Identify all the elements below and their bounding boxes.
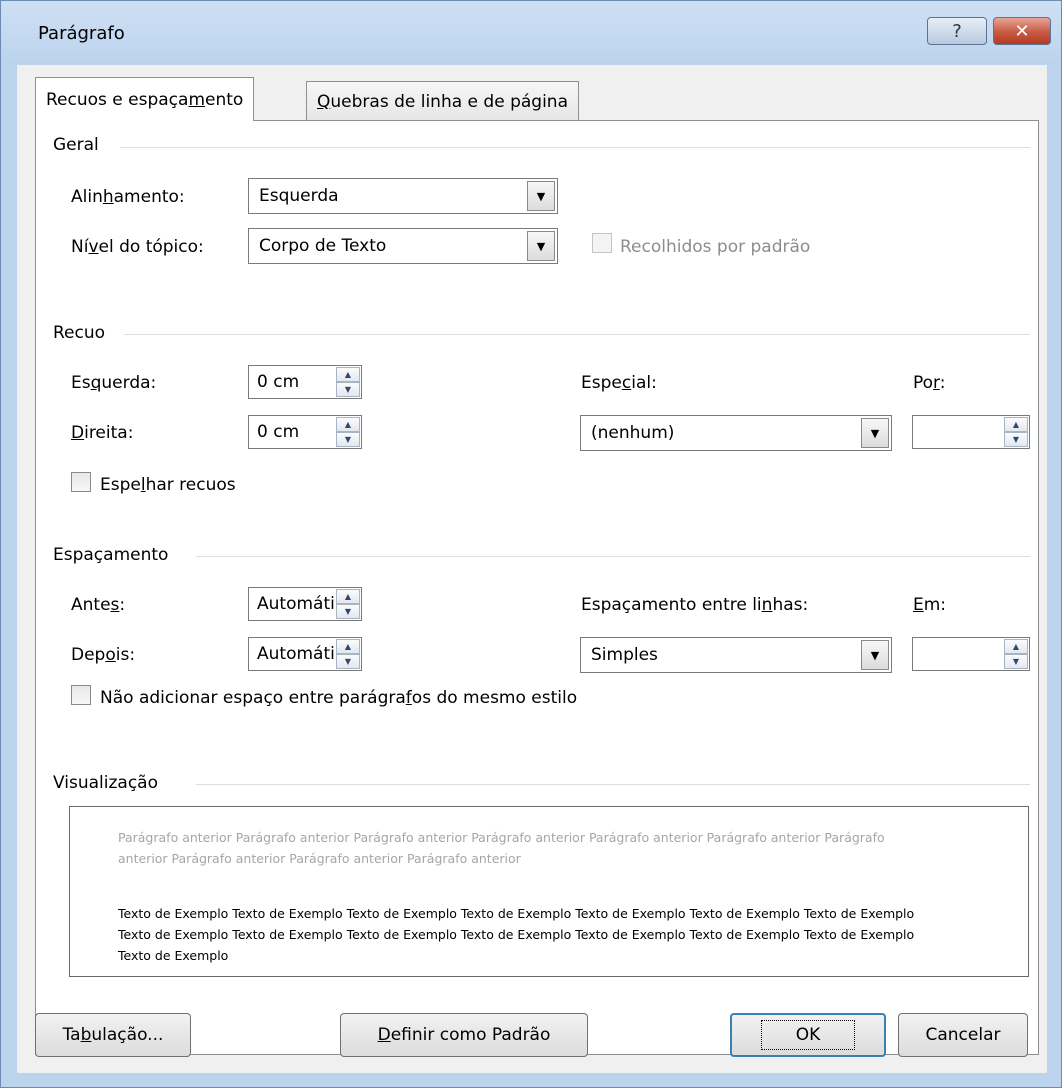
dont-add-space-checkbox[interactable] (71, 685, 91, 705)
tab-label-accel: Q (317, 91, 331, 112)
section-divider (196, 556, 1030, 557)
alignment-value: Esquerda (259, 186, 339, 206)
by-spinner[interactable]: ▲ ▼ (912, 415, 1030, 449)
cancel-label: Cancelar (925, 1025, 1001, 1045)
special-label: Especial: (581, 373, 657, 393)
indent-right-spinner[interactable]: 0 cm ▲ ▼ (248, 415, 362, 449)
mirror-indents-checkbox[interactable] (71, 472, 91, 492)
spin-down-icon[interactable]: ▼ (336, 432, 360, 447)
line-spacing-select[interactable]: Simples ▼ (580, 637, 892, 673)
close-icon: ✕ (1014, 20, 1030, 42)
section-divider (196, 784, 1030, 785)
preview-previous-paragraph: Parágrafo anterior Parágrafo anterior Pa… (118, 830, 885, 866)
spin-down-icon[interactable]: ▼ (336, 654, 360, 669)
collapsed-default-label: Recolhidos por padrão (620, 237, 811, 257)
chevron-down-icon[interactable]: ▼ (861, 640, 889, 670)
mirror-indents-label: Espelhar recuos (100, 475, 236, 495)
spin-up-icon[interactable]: ▲ (336, 417, 360, 432)
alignment-label: Alinhamento: (71, 187, 185, 207)
help-button[interactable]: ? (927, 17, 987, 45)
paragraph-dialog: Parágrafo ? ✕ Recuos e espaça m ento Quebr… (0, 0, 1062, 1088)
tab-label-accel: m (188, 89, 206, 110)
line-spacing-label: Espaçamento entre linhas: (581, 595, 809, 615)
by-label: Por: (913, 373, 946, 393)
tab-line-page-breaks[interactable]: Quebras de linha e de página (306, 81, 579, 121)
indent-left-spinner[interactable]: 0 cm ▲ ▼ (248, 365, 362, 399)
tab-label: uebras de linha e de página (330, 91, 568, 112)
indent-right-value: 0 cm (257, 422, 300, 442)
indent-left-value: 0 cm (257, 372, 300, 392)
section-visualizacao-title: Visualização (53, 773, 158, 793)
line-spacing-value: Simples (591, 645, 658, 665)
dialog-body: Recuos e espaça m ento Quebras de linha e … (17, 65, 1047, 1073)
indent-left-label: Esquerda: (71, 373, 157, 393)
indent-right-label: Direita: (71, 423, 134, 443)
tabs-button[interactable]: Ta b ulação... (35, 1013, 191, 1057)
spacing-before-value: Automático (257, 594, 335, 614)
chevron-down-icon[interactable]: ▼ (527, 181, 555, 211)
spin-down-icon[interactable]: ▼ (336, 604, 360, 619)
section-recuo-title: Recuo (53, 323, 106, 343)
alignment-select[interactable]: Esquerda ▼ (248, 178, 558, 214)
spin-up-icon[interactable]: ▲ (1004, 639, 1028, 654)
outline-level-select[interactable]: Corpo de Texto ▼ (248, 228, 558, 264)
preview-sample-text: Texto de Exemplo Texto de Exemplo Texto … (118, 906, 915, 963)
spin-up-icon[interactable]: ▲ (336, 367, 360, 382)
collapsed-default-checkbox[interactable] (592, 233, 612, 253)
at-spinner[interactable]: ▲ ▼ (912, 637, 1030, 671)
outline-level-label: Nível do tópico: (71, 237, 204, 257)
section-espacamento-title: Espaçamento (53, 545, 169, 565)
close-button[interactable]: ✕ (993, 17, 1051, 45)
cancel-button[interactable]: Cancelar (898, 1013, 1028, 1057)
dont-add-space-label: Não adicionar espaço entre parágrafos do… (100, 688, 578, 708)
outline-level-value: Corpo de Texto (259, 236, 387, 256)
ok-label: OK (760, 1020, 856, 1050)
chevron-down-icon[interactable]: ▼ (527, 231, 555, 261)
tab-label: ento (205, 89, 244, 110)
dialog-title: Parágrafo (38, 23, 125, 44)
section-divider (120, 147, 1030, 148)
spacing-before-label: Antes: (71, 595, 126, 615)
spin-down-icon[interactable]: ▼ (1004, 654, 1028, 669)
chevron-down-icon[interactable]: ▼ (861, 418, 889, 448)
spin-down-icon[interactable]: ▼ (336, 382, 360, 397)
help-icon: ? (952, 20, 962, 42)
set-as-default-button[interactable]: Definir como Padrão (340, 1013, 588, 1057)
tab-label: Recuos e espaça (46, 89, 189, 110)
at-label: Em: (913, 595, 947, 615)
spacing-after-value: Automático (257, 644, 335, 664)
spacing-after-spinner[interactable]: Automático ▲▼ (248, 637, 362, 671)
spin-up-icon[interactable]: ▲ (336, 639, 360, 654)
tab-indents-spacing[interactable]: Recuos e espaça m ento (35, 77, 255, 121)
paragraph-preview: Parágrafo anterior Parágrafo anterior Pa… (69, 806, 1029, 977)
spacing-before-spinner[interactable]: Automático ▲▼ (248, 587, 362, 621)
special-value: (nenhum) (591, 423, 675, 443)
ok-button[interactable]: OK (730, 1013, 886, 1057)
spacing-after-label: Depois: (71, 645, 136, 665)
section-geral-title: Geral (53, 135, 99, 155)
spin-up-icon[interactable]: ▲ (336, 589, 360, 604)
spin-up-icon[interactable]: ▲ (1004, 417, 1028, 432)
special-select[interactable]: (nenhum) ▼ (580, 415, 892, 451)
spin-down-icon[interactable]: ▼ (1004, 432, 1028, 447)
section-divider (124, 334, 1030, 335)
